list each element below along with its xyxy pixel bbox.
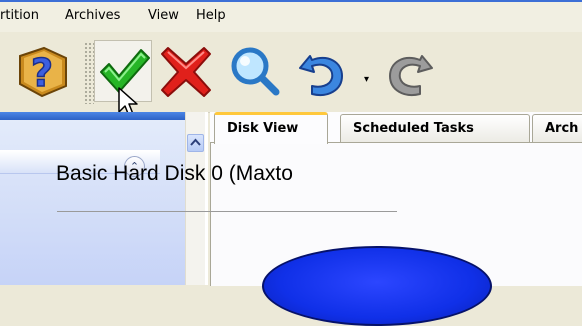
left-panel-scrollbar[interactable] [185,112,205,285]
help-book-icon: ? [19,46,67,98]
undo-dropdown-arrow[interactable]: ▾ [364,74,369,85]
tab-disk-view[interactable]: Disk View [214,112,328,144]
menu-help[interactable]: Help [196,8,226,23]
scroll-up-button[interactable] [187,134,204,152]
disk-title: Basic Hard Disk 0 (Maxto [56,162,293,185]
tab-scheduled-tasks[interactable]: Scheduled Tasks [340,114,530,142]
magnifier-icon [231,47,280,96]
scroll-up-arrow-icon [190,138,201,146]
redo-arrow-icon [389,55,433,96]
left-panel-header [0,112,185,120]
menu-bar: rtition Archives View Help [0,0,582,32]
search-button[interactable] [226,42,282,98]
task-group: ⌃ [0,120,185,285]
menu-archives[interactable]: Archives [65,8,120,23]
svg-text:?: ? [31,51,53,95]
red-x-icon [161,47,211,97]
menu-partition[interactable]: rtition [0,8,39,23]
disk-platter-graphic[interactable] [262,246,492,326]
redo-button[interactable] [380,42,436,98]
cancel-button[interactable] [158,42,214,98]
disk-title-divider [57,211,397,212]
undo-button[interactable] [296,42,352,98]
tab-archives[interactable]: Arch [532,114,582,142]
menu-view[interactable]: View [148,8,179,23]
help-button[interactable]: ? [14,42,70,98]
undo-arrow-icon [299,55,343,96]
toolbar-grip[interactable] [84,42,94,104]
toolbar: ? ▾ [0,32,582,113]
left-task-panel: ⌃ [0,112,208,285]
